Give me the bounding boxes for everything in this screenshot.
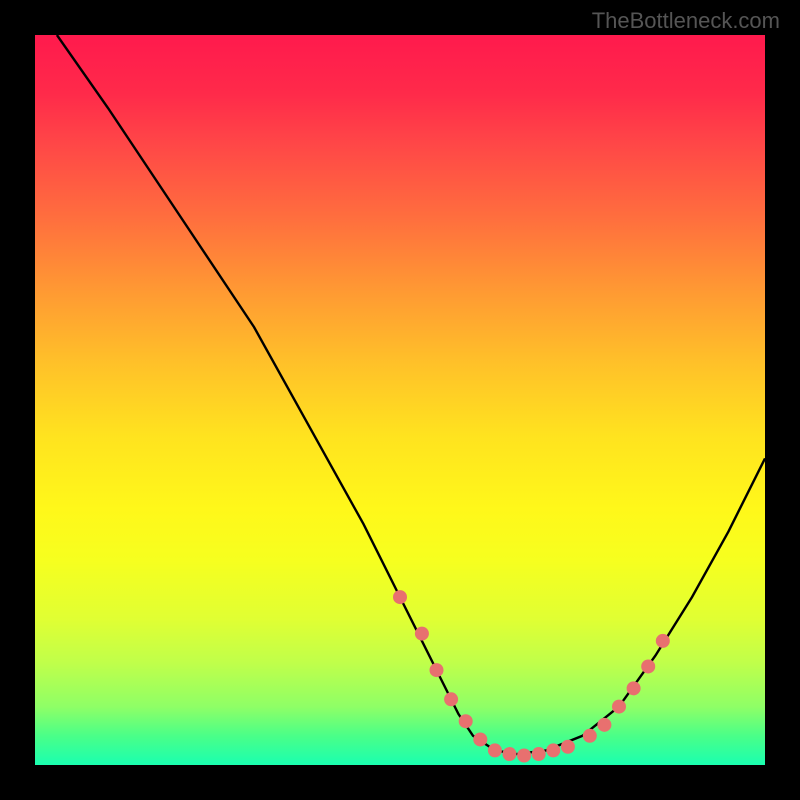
marker-point (597, 718, 611, 732)
marker-point (627, 681, 641, 695)
marker-point (532, 747, 546, 761)
marker-point (415, 627, 429, 641)
marker-point (503, 747, 517, 761)
chart-svg (35, 35, 765, 765)
chart-container: TheBottleneck.com (0, 0, 800, 800)
marker-point (656, 634, 670, 648)
marker-point (517, 749, 531, 763)
marker-point (488, 743, 502, 757)
marker-point (393, 590, 407, 604)
watermark-text: TheBottleneck.com (592, 8, 780, 34)
marker-point (473, 732, 487, 746)
marker-point (459, 714, 473, 728)
marker-point (583, 729, 597, 743)
marker-point (444, 692, 458, 706)
marker-point (612, 700, 626, 714)
marker-point (561, 740, 575, 754)
marker-point (641, 659, 655, 673)
marker-point (546, 743, 560, 757)
marker-point (430, 663, 444, 677)
plot-area (35, 35, 765, 765)
